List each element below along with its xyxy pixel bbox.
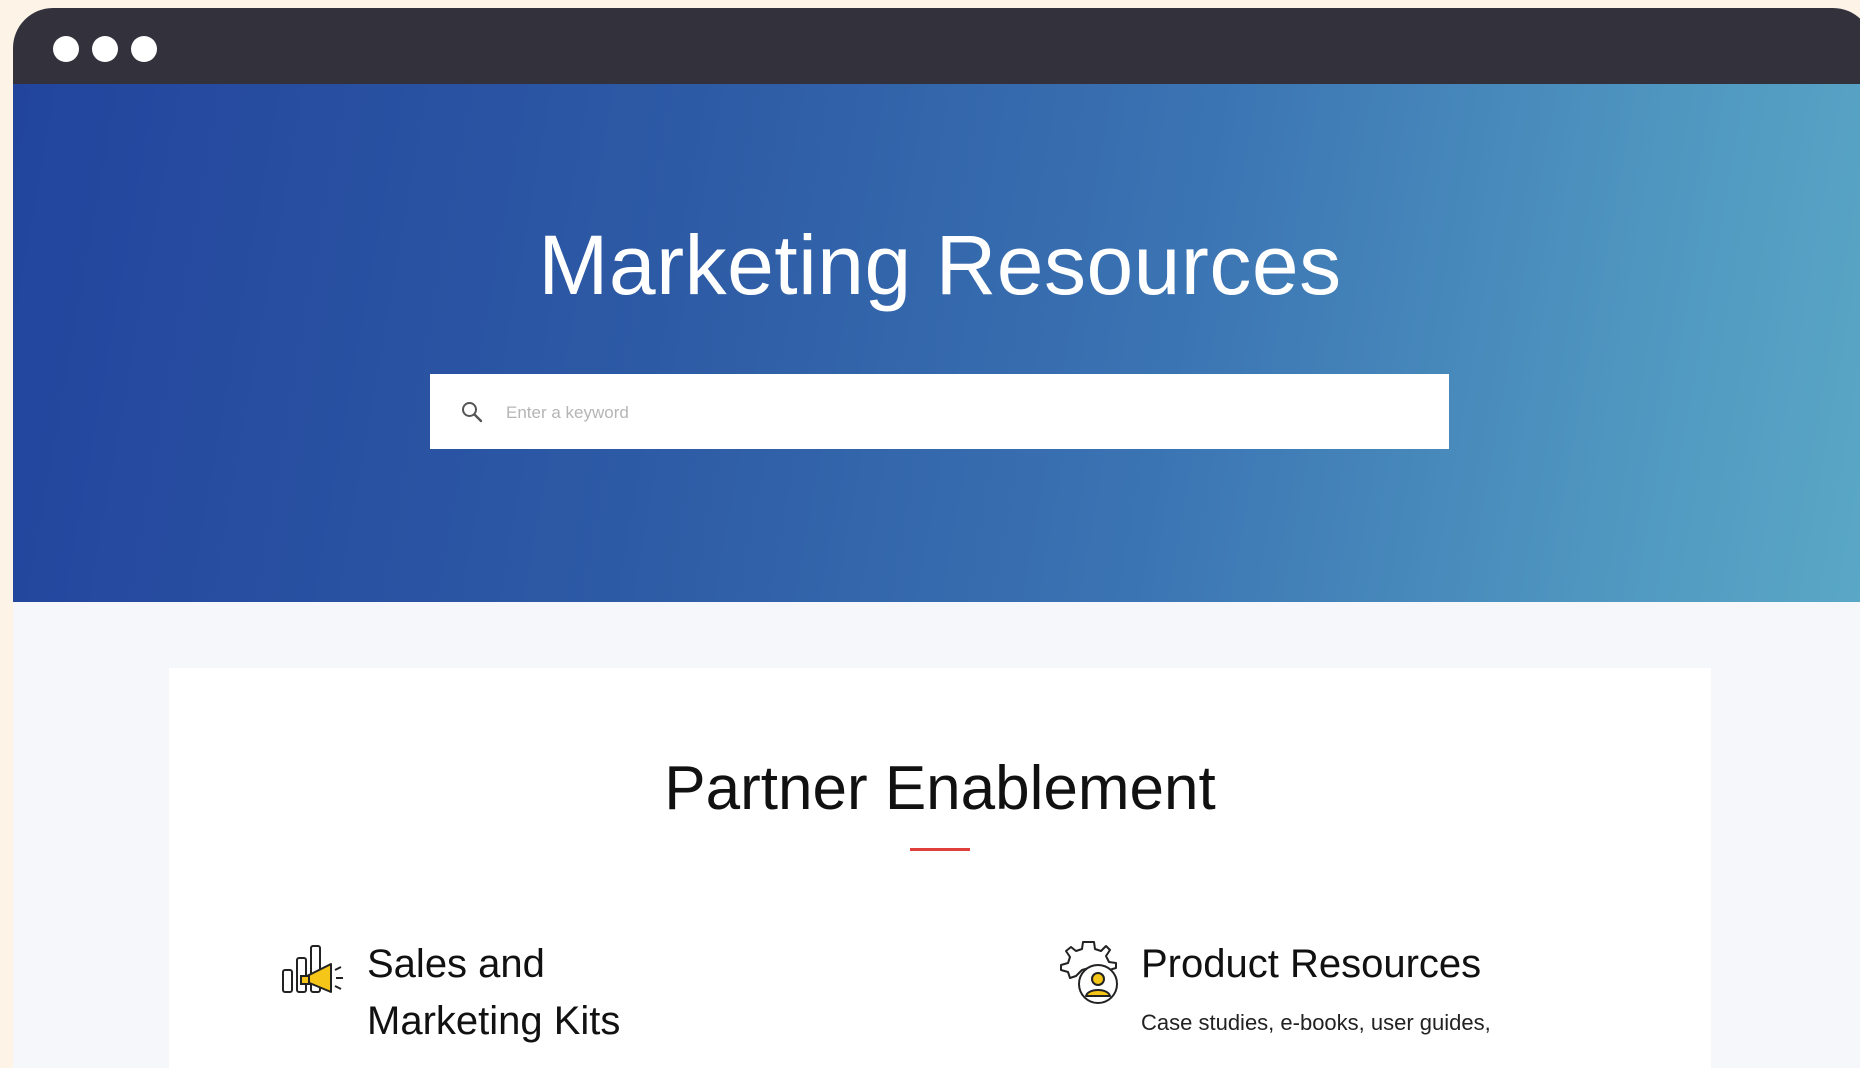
partner-enablement-card: Partner Enablement Sales and Marketing K… [169, 668, 1711, 1068]
window-control-dot[interactable] [92, 36, 118, 62]
window-control-dot[interactable] [131, 36, 157, 62]
window-titlebar [13, 8, 1860, 84]
search-bar[interactable] [430, 374, 1449, 451]
feature-title-line: Product Resources [1141, 942, 1482, 986]
section-title: Partner Enablement [664, 754, 1216, 823]
page-title: Marketing Resources [538, 218, 1342, 312]
feature-title-line: Marketing Kits [367, 999, 621, 1043]
search-input[interactable] [504, 374, 1408, 451]
search-icon [460, 400, 484, 424]
browser-window: Marketing Resources Partner Enablement [13, 8, 1860, 1068]
megaphone-chart-icon [279, 936, 351, 1008]
feature-title[interactable]: Sales and Marketing Kits [367, 936, 620, 1050]
feature-title[interactable]: Product Resources [1141, 936, 1481, 993]
title-underline [910, 848, 970, 851]
hero-banner: Marketing Resources [13, 84, 1860, 602]
gear-user-icon [1053, 936, 1125, 1008]
feature-description: Case studies, e-books, user guides, [1141, 1010, 1491, 1035]
feature-title-line: Sales and [367, 942, 545, 986]
window-control-dot[interactable] [53, 36, 79, 62]
